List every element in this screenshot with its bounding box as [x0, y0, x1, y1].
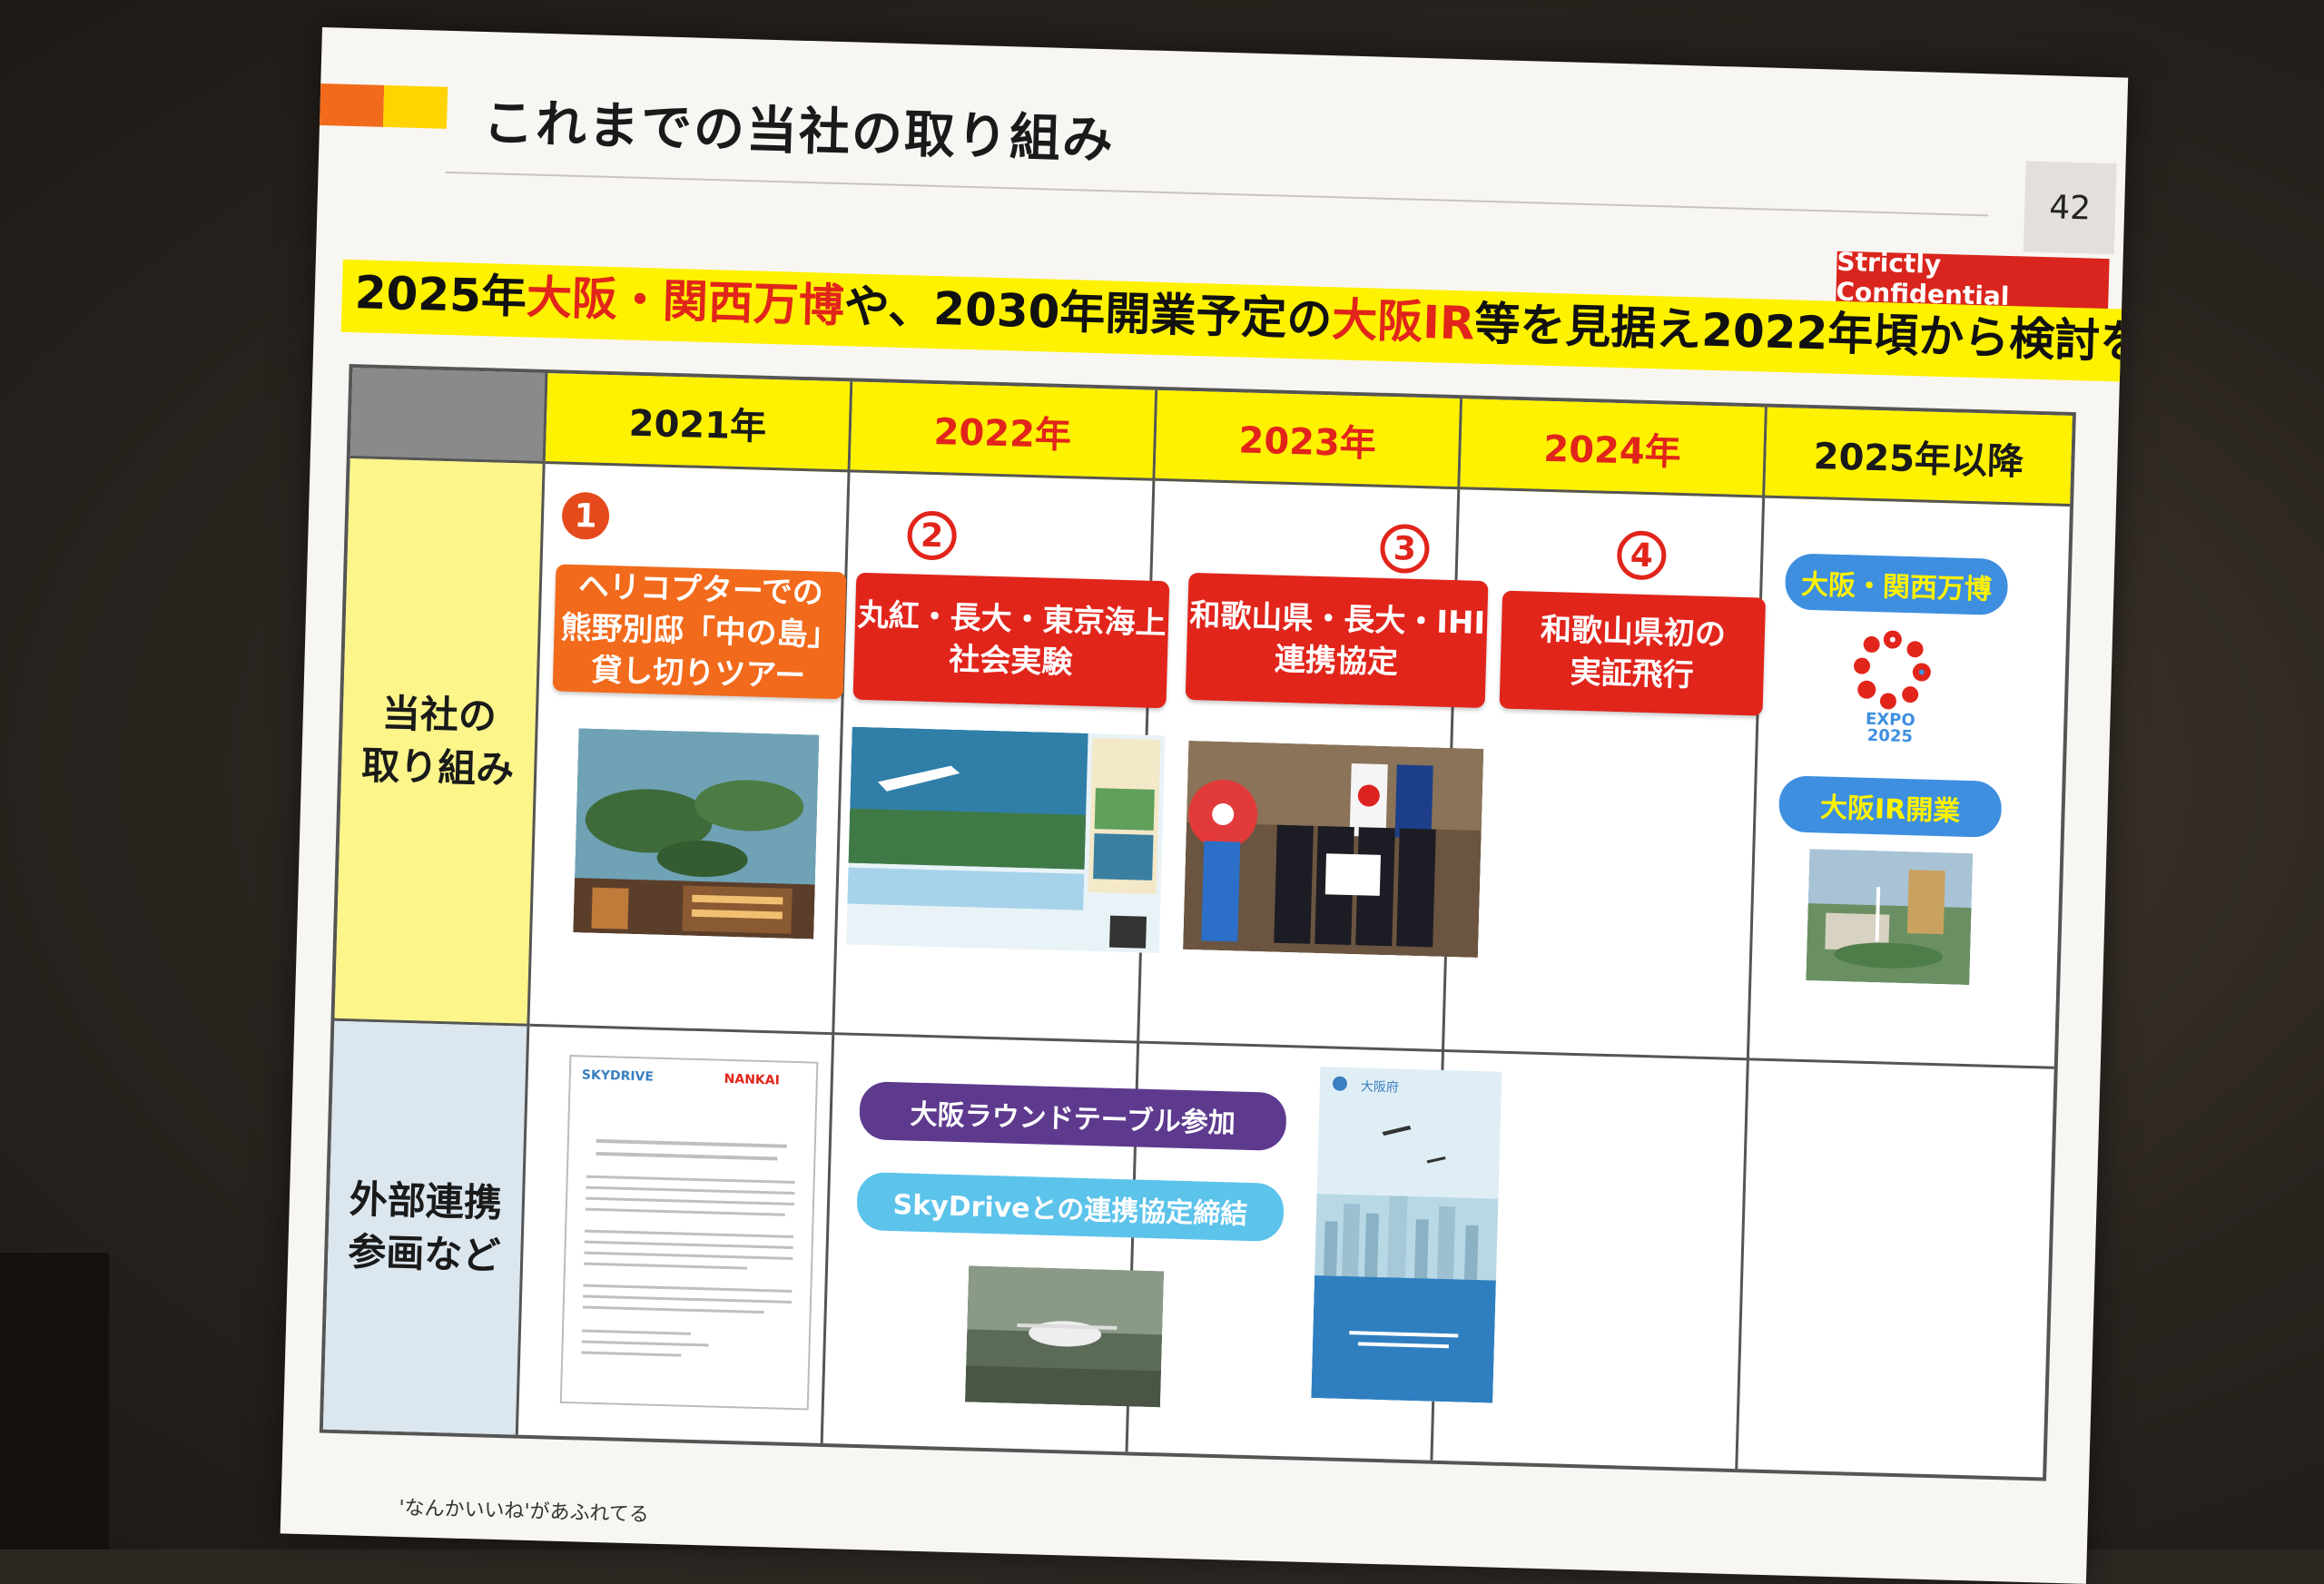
- cell-2022-initiative: 2 丸紅・長大・東京海上 社会実験: [834, 472, 1170, 1044]
- ceremony-photo-icon: [1183, 740, 1484, 958]
- helicopter-tour-photo: [573, 728, 820, 940]
- title-divider: [445, 171, 1988, 217]
- title-accent-yellow: [382, 84, 448, 129]
- timeline-table: 2021年 2022年 2023年 2024年 2025年以降 当社の 取り組み…: [319, 363, 2076, 1481]
- expo-2025-logo: [1850, 627, 1934, 711]
- skydrive-agreement-pill: SkyDriveとの連携協定締結: [856, 1171, 1285, 1243]
- slide-title: これまでの当社の取り組み: [482, 93, 1116, 171]
- row-label-external: 外部連携 参画など: [322, 1020, 530, 1435]
- signing-ceremony-photo: [1183, 740, 1484, 958]
- initiative-number-3: 3: [1379, 523, 1431, 575]
- confidential-badge: Strictly Confidential: [1836, 247, 2110, 311]
- sky-cruise-flyer: [846, 726, 1166, 954]
- cell-2025-external: [1738, 1060, 2053, 1477]
- skydrive-vehicle-photo: [964, 1265, 1165, 1408]
- islands-photo-icon: [573, 728, 820, 940]
- initiative-social-experiment: 丸紅・長大・東京海上 社会実験: [852, 572, 1170, 709]
- expo-logo-text: EXPO 2025: [1865, 709, 1915, 747]
- year-2022: 2022年: [850, 381, 1158, 481]
- initiative-helicopter-tour: ヘリコプターでの 熊野別邸「中の島」 貸し切りツアー: [552, 564, 847, 700]
- osaka-ir-rendering: [1806, 849, 1974, 986]
- cell-2025-initiative: 大阪・関西万博 EXPO 2025 大阪IR開業: [1748, 497, 2071, 1069]
- cell-2024-initiative: 4 和歌山県初の 実証飛行: [1443, 489, 1767, 1061]
- cell-2023-initiative: 3 和歌山県・長大・IHI 連携協定: [1139, 480, 1489, 1052]
- ir-opening-pill: 大阪IR開業: [1777, 775, 2003, 838]
- skydrive-press-release: SKYDRIVE NANKAI: [559, 1055, 819, 1411]
- cell-2021-initiative: 1 ヘリコプターでの 熊野別邸「中の島」 貸し切りツアー: [529, 464, 851, 1036]
- roundtable-pill: 大阪ラウンドテーブル参加: [859, 1081, 1287, 1152]
- row-label-initiatives-text: 当社の 取り組み: [360, 690, 515, 792]
- year-2024: 2024年: [1460, 398, 1768, 498]
- flyer-image-icon: [846, 726, 1166, 954]
- podium: [0, 1253, 109, 1550]
- headline-part-3: や、2030年開業予定の: [843, 280, 1334, 347]
- headline-part-1: 2025年: [354, 266, 527, 324]
- presentation-slide: これまでの当社の取り組み 42 Strictly Confidential 20…: [280, 27, 2129, 1584]
- footer-tagline: 'なんかいいね'があふれてる: [399, 1496, 650, 1527]
- initiative-number-1: 1: [561, 491, 610, 541]
- year-2023: 2023年: [1155, 389, 1463, 490]
- headline-expo: 大阪・関西万博: [526, 271, 845, 333]
- cell-2022-external: 大阪ラウンドテーブル参加 SkyDriveとの連携協定締結: [822, 1035, 1287, 1452]
- row-label-initiatives: 当社の 取り組み: [334, 458, 546, 1027]
- page-number: 42: [2023, 161, 2117, 255]
- headline-ir: 大阪IR: [1331, 293, 1476, 350]
- initiative-wakayama-agreement: 和歌山県・長大・IHI 連携協定: [1185, 572, 1489, 709]
- title-accent-orange: [319, 83, 385, 127]
- document-text-lines-icon: [581, 1138, 795, 1357]
- initiative-first-demo-flight: 和歌山県初の 実証飛行: [1499, 590, 1767, 716]
- row-label-external-text: 外部連携 参画など: [347, 1176, 503, 1278]
- year-2021: 2021年: [545, 373, 853, 473]
- initiative-number-4: 4: [1616, 530, 1668, 581]
- headline-part-5: 等を見据え2022年頃から検討を開始: [1473, 297, 2129, 371]
- cell-2024-external: [1433, 1051, 1749, 1470]
- evtol-photo-icon: [964, 1265, 1165, 1408]
- table-corner: [350, 368, 548, 465]
- initiative-number-2: 2: [906, 510, 958, 561]
- year-2025-onward: 2025年以降: [1765, 407, 2073, 507]
- expo-logo-icon: [1854, 630, 1931, 710]
- expo-pill: 大阪・関西万博: [1784, 553, 2009, 616]
- ir-rendering-icon: [1806, 849, 1974, 986]
- cell-2021-external: SKYDRIVE NANKAI: [517, 1026, 835, 1444]
